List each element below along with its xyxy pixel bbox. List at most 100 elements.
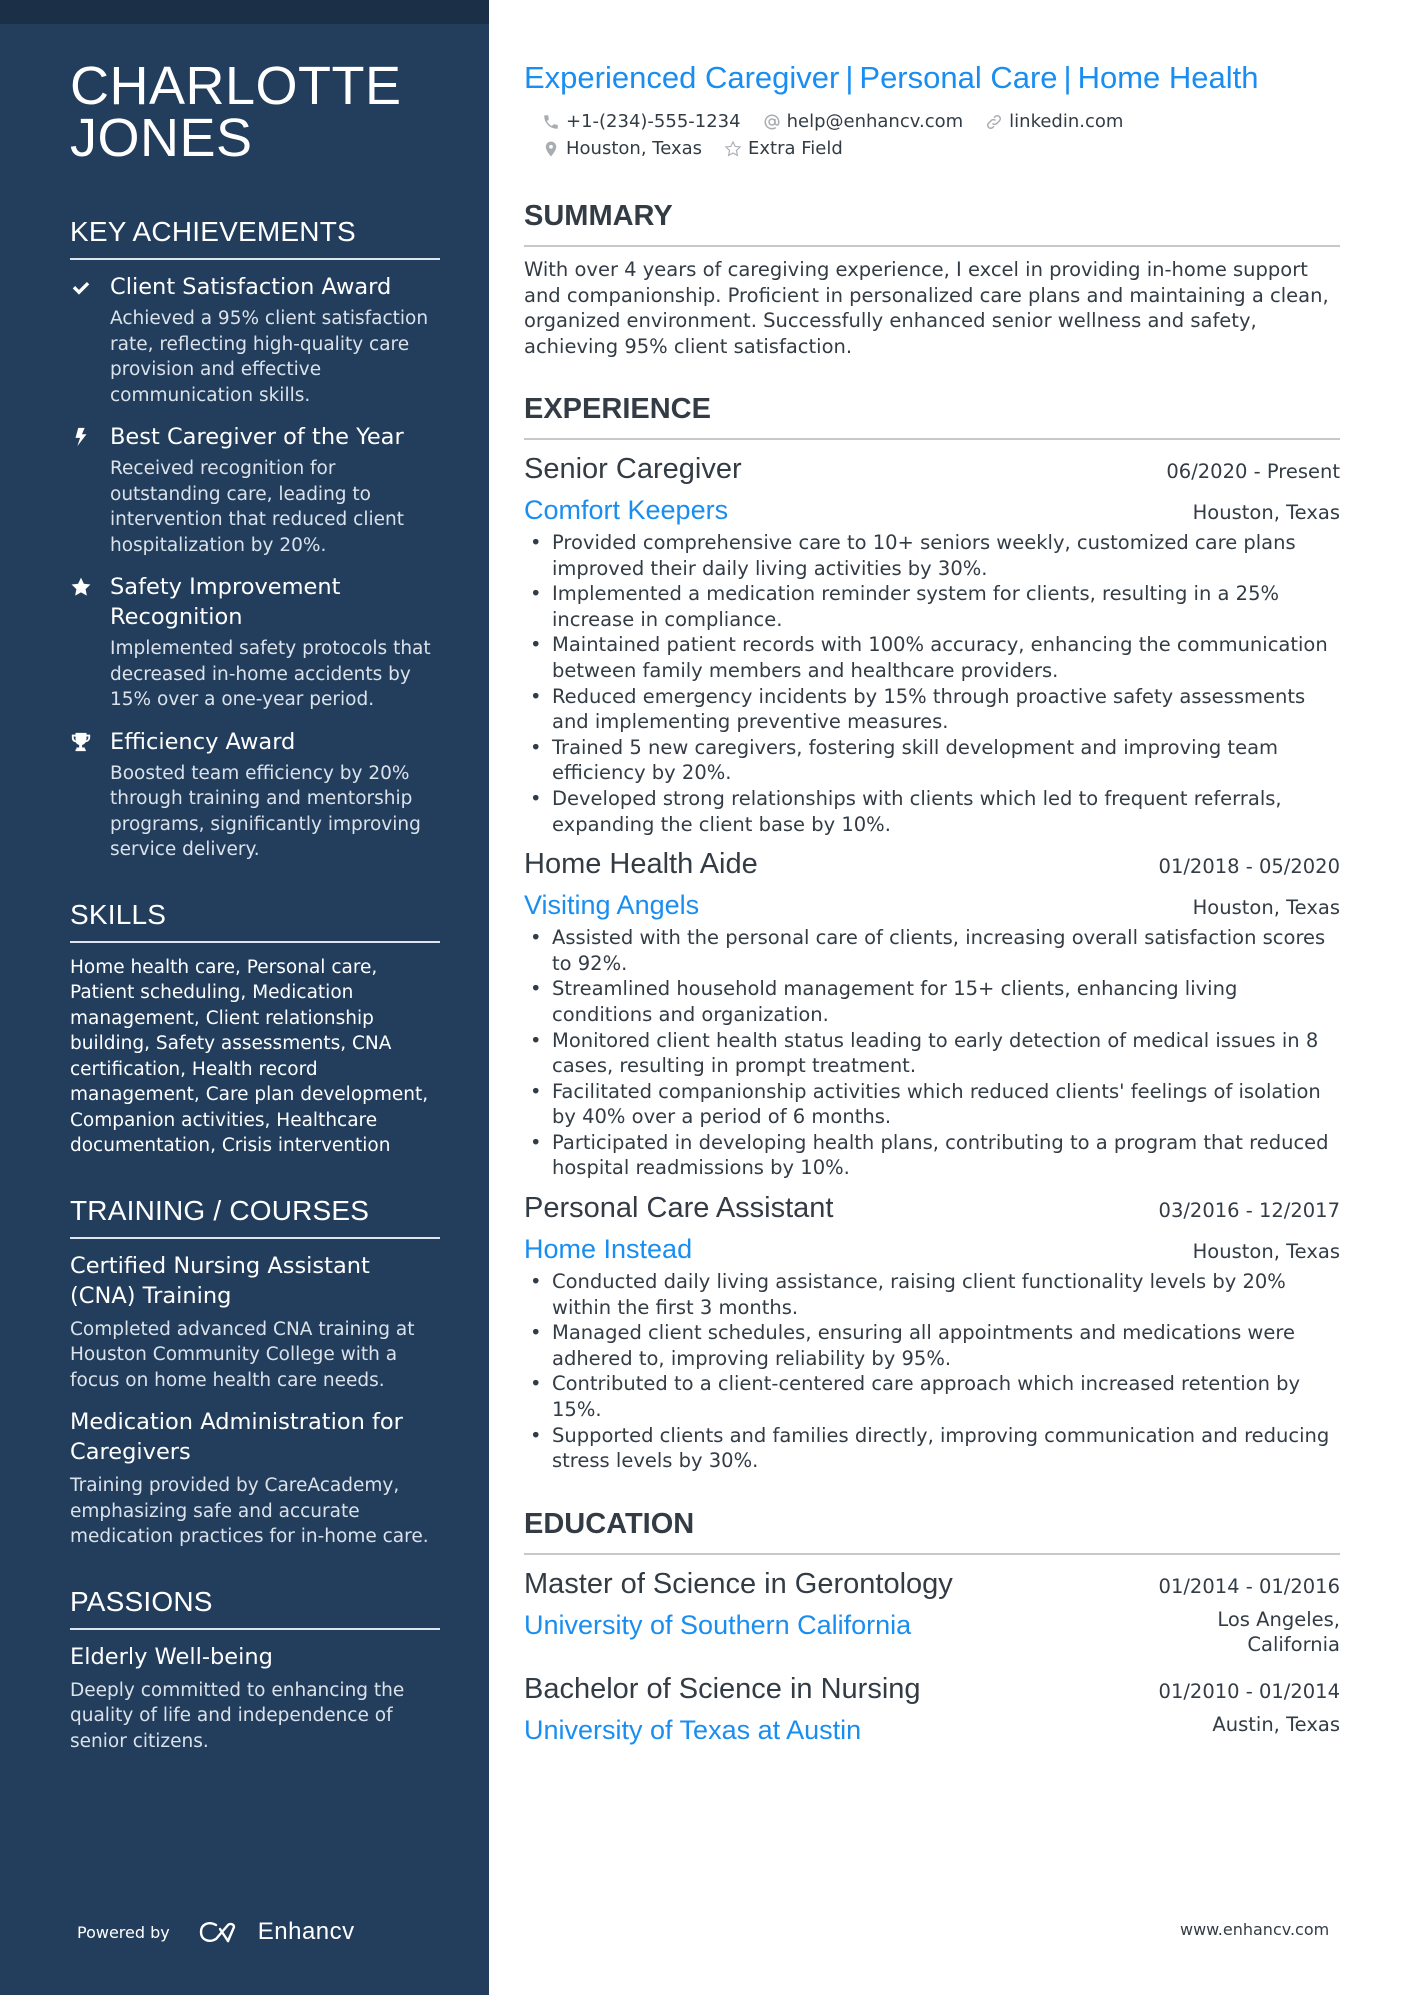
skills-list: Home health care, Personal care, Patient…	[70, 956, 429, 1157]
job-entry: Personal Care Assistant 03/2016 - 12/201…	[524, 1189, 1340, 1474]
job-location: Houston, Texas	[1192, 1240, 1340, 1264]
link-icon	[987, 114, 1002, 129]
school-name: University of Texas at Austin	[524, 1714, 862, 1745]
bullet-item: Monitored client health status leading t…	[524, 1028, 1340, 1079]
headline-part: Home Health	[1077, 60, 1259, 95]
location-value: Houston, Texas	[566, 138, 703, 159]
lightning-icon	[70, 422, 110, 558]
job-company: Visiting Angels	[524, 890, 700, 921]
bullet-item: Supported clients and families directly,…	[524, 1423, 1340, 1474]
course-title: Medication Administration for Caregivers	[70, 1409, 403, 1465]
headline-part: Experienced Caregiver	[524, 60, 840, 95]
contact-location: Houston, Texas	[542, 135, 702, 162]
achievement-item: Best Caregiver of the Year Received reco…	[70, 422, 440, 558]
education-entry: Master of Science in Gerontology 01/2014…	[524, 1565, 1340, 1658]
summary-text: With over 4 years of caregiving experien…	[524, 258, 1329, 358]
course-item: Certified Nursing Assistant (CNA) Traini…	[70, 1251, 440, 1394]
bullet-item: Maintained patient records with 100% acc…	[524, 632, 1340, 683]
star-icon	[70, 572, 110, 713]
education-location: Austin, Texas	[1212, 1712, 1340, 1736]
achievement-title: Client Satisfaction Award	[110, 274, 392, 300]
job-company: Home Instead	[524, 1234, 693, 1265]
bullet-item: Streamlined household management for 15+…	[524, 976, 1340, 1027]
sidebar: CHARLOTTE JONES KEY ACHIEVEMENTS Client …	[0, 0, 489, 1995]
passions-section: PASSIONS Elderly Well-being Deeply commi…	[70, 1586, 440, 1755]
bullet-item: Implemented a medication reminder system…	[524, 581, 1340, 632]
extra-field-value: Extra Field	[748, 138, 843, 159]
check-icon	[70, 272, 110, 408]
passion-title: Elderly Well-being	[70, 1643, 273, 1670]
headline-separator: |	[1063, 60, 1072, 95]
bullet-item: Developed strong relationships with clie…	[524, 786, 1340, 837]
degree-title: Bachelor of Science in Nursing	[524, 1672, 921, 1705]
bullet-item: Trained 5 new caregivers, fostering skil…	[524, 735, 1340, 786]
trophy-icon	[70, 727, 110, 863]
achievement-description: Achieved a 95% client satisfaction rate,…	[110, 308, 429, 406]
education-dates: 01/2010 - 01/2014	[1158, 1679, 1340, 1703]
at-icon	[764, 113, 780, 130]
star-outline-icon	[724, 140, 742, 156]
course-title: Certified Nursing Assistant (CNA) Traini…	[70, 1252, 370, 1309]
location-pin-icon	[545, 141, 557, 156]
email-value: help@enhancv.com	[786, 111, 964, 132]
passion-item: Elderly Well-being Deeply committed to e…	[70, 1642, 440, 1755]
contact-link[interactable]: linkedin.com	[985, 108, 1123, 135]
job-title: Personal Care Assistant	[524, 1192, 834, 1225]
headline: Experienced Caregiver | Personal Care | Home…	[524, 58, 1340, 98]
experience-heading: EXPERIENCE	[524, 393, 1340, 440]
job-title: Senior Caregiver	[524, 453, 742, 485]
job-location: Houston, Texas	[1192, 501, 1340, 524]
skills-heading: SKILLS	[70, 899, 440, 943]
candidate-name: CHARLOTTE JONES	[70, 56, 402, 168]
phone-value: +1-(234)-555-1234	[566, 111, 741, 132]
education-heading: EDUCATION	[524, 1508, 1340, 1555]
contact-phone[interactable]: +1-(234)-555-1234	[542, 108, 741, 135]
job-company: Comfort Keepers	[524, 495, 729, 525]
course-description: Training provided by CareAcademy, emphas…	[70, 1475, 429, 1547]
bullet-item: Managed client schedules, ensuring all a…	[524, 1320, 1340, 1371]
degree-title: Master of Science in Gerontology	[524, 1567, 953, 1600]
training-section: TRAINING / COURSES Certified Nursing Ass…	[70, 1195, 440, 1550]
bullet-item: Reduced emergency incidents by 15% throu…	[524, 684, 1340, 735]
job-bullets: Conducted daily living assistance, raisi…	[524, 1269, 1340, 1474]
bullet-item: Assisted with the personal care of clien…	[524, 925, 1340, 976]
bullet-item: Facilitated companionship activities whi…	[524, 1079, 1340, 1130]
achievement-title: Efficiency Award	[110, 728, 296, 755]
education-entry: Bachelor of Science in Nursing 01/2010 -…	[524, 1670, 1340, 1748]
bullet-item: Contributed to a client-centered care ap…	[524, 1371, 1340, 1422]
passions-heading: PASSIONS	[70, 1586, 440, 1630]
contact-email[interactable]: help@enhancv.com	[763, 108, 964, 135]
job-entry: Senior Caregiver 06/2020 - Present Comfo…	[524, 450, 1340, 837]
summary-heading: SUMMARY	[524, 200, 1340, 247]
achievement-item: Efficiency Award Boosted team efficiency…	[70, 727, 440, 863]
enhancv-logo-icon	[199, 1922, 235, 1943]
phone-icon	[544, 114, 558, 129]
key-achievements-section: KEY ACHIEVEMENTS Client Satisfaction Awa…	[70, 216, 440, 863]
achievement-item: Client Satisfaction Award Achieved a 95%…	[70, 272, 440, 408]
job-bullets: Assisted with the personal care of clien…	[524, 925, 1340, 1181]
achievement-title: Best Caregiver of the Year	[110, 424, 404, 450]
powered-by-label: Powered by	[77, 1922, 170, 1942]
summary-section: SUMMARY With over 4 years of caregiving …	[524, 200, 1340, 359]
job-dates: 03/2016 - 12/2017	[1158, 1199, 1340, 1223]
education-location: Los Angeles, California	[1217, 1607, 1340, 1657]
school-name: University of Southern California	[524, 1609, 912, 1640]
training-heading: TRAINING / COURSES	[70, 1195, 440, 1239]
achievement-item: Safety Improvement Recognition Implement…	[70, 572, 440, 713]
course-description: Completed advanced CNA training at Houst…	[70, 1318, 415, 1391]
job-entry: Home Health Aide 01/2018 - 05/2020 Visit…	[524, 845, 1340, 1181]
footer-url[interactable]: www.enhancv.com	[1180, 1920, 1329, 1939]
education-dates: 01/2014 - 01/2016	[1158, 1574, 1340, 1598]
achievement-description: Boosted team efficiency by 20% through t…	[110, 762, 421, 861]
achievement-title: Safety Improvement Recognition	[110, 574, 341, 630]
enhancv-brand[interactable]: Enhancv	[258, 1918, 355, 1946]
bullet-item: Conducted daily living assistance, raisi…	[524, 1269, 1340, 1320]
link-value: linkedin.com	[1009, 111, 1124, 132]
key-achievements-heading: KEY ACHIEVEMENTS	[70, 216, 440, 260]
job-dates: 01/2018 - 05/2020	[1158, 855, 1340, 879]
contact-extra: Extra Field	[724, 135, 843, 162]
contact-info: +1-(234)-555-1234 help@enhancv.com linke…	[542, 108, 1340, 162]
powered-by: Powered by Enhancv	[77, 1918, 355, 1946]
job-location: Houston, Texas	[1192, 896, 1340, 920]
main-content: Experienced Caregiver | Personal Care | Home…	[524, 58, 1340, 1760]
